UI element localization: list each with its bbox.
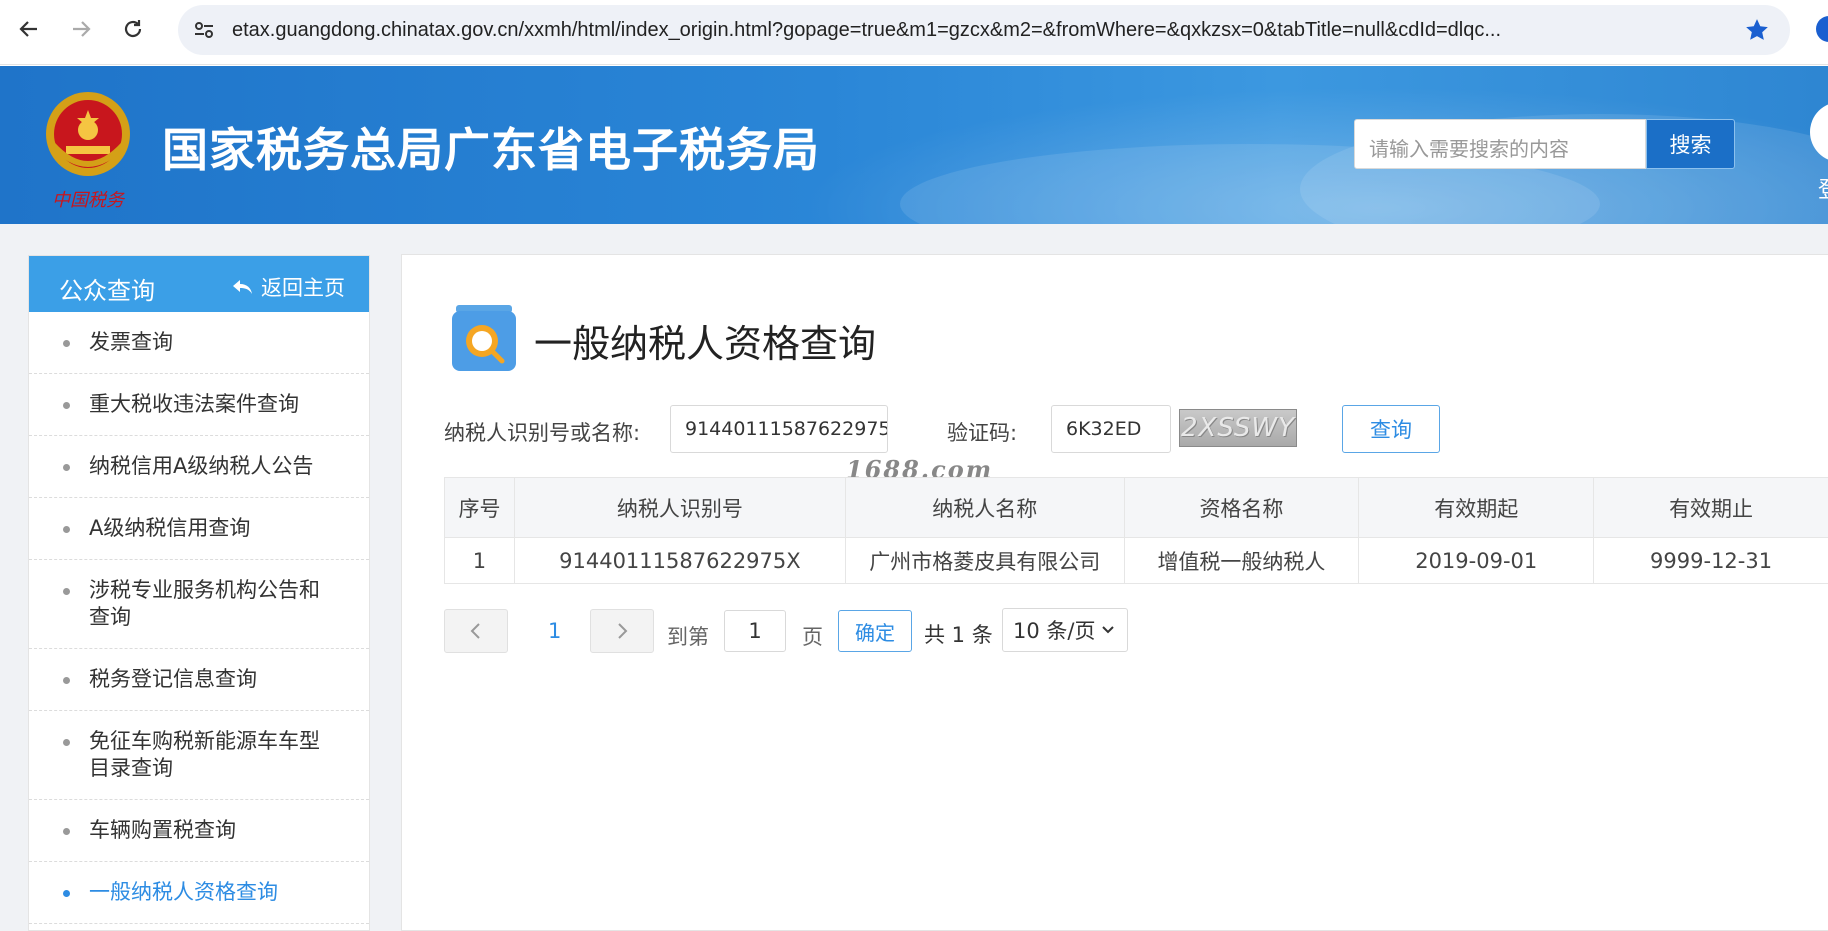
cell-taxpayer-name: 广州市格菱皮具有限公司	[844, 537, 1125, 584]
next-page-button[interactable]	[590, 609, 654, 653]
sidebar-item-label: 纳税信用A级纳税人公告	[89, 454, 314, 478]
sidebar-item-label: 税务登记信息查询	[89, 667, 257, 691]
search-input[interactable]: 请输入需要搜索的内容	[1354, 119, 1646, 169]
back-home-label: 返回主页	[261, 276, 345, 300]
search-button[interactable]: 搜索	[1646, 119, 1735, 169]
col-taxpayer-name-header: 纳税人名称	[844, 477, 1125, 538]
return-arrow-icon	[233, 280, 252, 294]
query-page-icon	[452, 305, 516, 371]
table-row: 1 91440111587622975X 广州市格菱皮具有限公司 增值税一般纳税…	[444, 537, 1828, 584]
col-qualification-header: 资格名称	[1123, 477, 1360, 538]
main-panel: 一般纳税人资格查询 纳税人识别号或名称: 91440111587622975X …	[401, 254, 1828, 931]
site-title: 国家税务总局广东省电子税务局	[162, 123, 820, 177]
page-title: 一般纳税人资格查询	[534, 322, 877, 366]
sidebar-item-label: 重大税收违法案件查询	[89, 392, 299, 416]
goto-label: 到第	[667, 625, 709, 649]
cell-valid-from: 2019-09-01	[1358, 537, 1595, 584]
taxpayer-id-input[interactable]: 91440111587622975X	[670, 405, 888, 453]
taxpayer-id-label: 纳税人识别号或名称:	[444, 421, 641, 445]
col-valid-to-header: 有效期止	[1593, 477, 1828, 538]
browser-toolbar: etax.guangdong.chinatax.gov.cn/xxmh/html…	[0, 0, 1828, 65]
sidebar-item-general-taxpayer[interactable]: 一般纳税人资格查询	[29, 862, 369, 924]
sidebar-item-major-cases[interactable]: 重大税收违法案件查询	[29, 374, 369, 436]
sidebar-item-a-level-notice[interactable]: 纳税信用A级纳税人公告	[29, 436, 369, 498]
current-page-number[interactable]: 1	[548, 619, 561, 643]
goto-confirm-button[interactable]: 确定	[838, 610, 912, 652]
tax-emblem-icon: 中国税务	[46, 92, 130, 211]
query-button[interactable]: 查询	[1342, 405, 1440, 453]
prev-page-button[interactable]	[444, 609, 508, 653]
sidebar-item-invoice-query[interactable]: 发票查询	[29, 312, 369, 374]
col-taxpayer-id-header: 纳税人识别号	[513, 477, 846, 538]
bookmark-star-icon[interactable]	[1744, 17, 1770, 47]
total-count: 共 1 条	[924, 623, 993, 647]
forward-arrow-icon[interactable]	[64, 12, 98, 46]
site-header: 中国税务 国家税务总局广东省电子税务局 请输入需要搜索的内容 搜索 登	[0, 66, 1828, 224]
sidebar-item-tax-service-agencies[interactable]: 涉税专业服务机构公告和查询	[29, 560, 369, 649]
col-valid-from-header: 有效期起	[1358, 477, 1595, 538]
back-arrow-icon[interactable]	[12, 12, 46, 46]
chevron-down-icon	[1102, 626, 1115, 634]
site-settings-icon[interactable]	[192, 18, 216, 46]
url-text: etax.guangdong.chinatax.gov.cn/xxmh/html…	[232, 19, 1502, 41]
cell-index: 1	[444, 537, 515, 584]
sidebar-item-label: 免征车购税新能源车车型目录查询	[89, 729, 320, 780]
sidebar-title: 公众查询	[59, 277, 155, 305]
sidebar-item-label: 发票查询	[89, 330, 173, 354]
cell-valid-to: 9999-12-31	[1593, 537, 1828, 584]
sidebar-item-label: 一般纳税人资格查询	[89, 880, 278, 904]
address-bar[interactable]: etax.guangdong.chinatax.gov.cn/xxmh/html…	[178, 5, 1790, 55]
chevron-right-icon	[618, 623, 628, 639]
profile-avatar-icon[interactable]	[1816, 16, 1828, 42]
login-label[interactable]: 登	[1818, 172, 1828, 204]
svg-text:中国税务: 中国税务	[52, 190, 126, 211]
sidebar-item-label: A级纳税信用查询	[89, 516, 251, 540]
result-table: 序号 纳税人识别号 纳税人名称 资格名称 有效期起 有效期止 1 9144011…	[444, 477, 1828, 584]
chevron-left-icon	[470, 623, 480, 639]
sidebar-item-registration-query[interactable]: 税务登记信息查询	[29, 649, 369, 711]
page-size-select[interactable]: 10 条/页	[1002, 608, 1128, 652]
sidebar: 公众查询 返回主页 发票查询 重大税收违法案件查询 纳税信用A级纳税人公告 A级…	[28, 255, 370, 931]
sidebar-item-label: 涉税专业服务机构公告和查询	[89, 578, 320, 629]
captcha-input[interactable]: 6K32ED	[1051, 405, 1171, 453]
back-home-link[interactable]: 返回主页	[231, 272, 345, 302]
captcha-image[interactable]: 2XSSWY	[1179, 409, 1297, 447]
goto-page-input[interactable]: 1	[724, 610, 786, 652]
table-header-row: 序号 纳税人识别号 纳税人名称 资格名称 有效期起 有效期止	[444, 477, 1828, 538]
sidebar-item-a-level-query[interactable]: A级纳税信用查询	[29, 498, 369, 560]
cell-taxpayer-id: 91440111587622975X	[513, 537, 846, 584]
page-suffix-label: 页	[802, 625, 823, 649]
sidebar-item-new-energy-vehicle[interactable]: 免征车购税新能源车车型目录查询	[29, 711, 369, 800]
captcha-label: 验证码:	[947, 421, 1018, 445]
sidebar-item-vehicle-purchase-tax[interactable]: 车辆购置税查询	[29, 800, 369, 862]
col-index-header: 序号	[444, 477, 515, 538]
reload-icon[interactable]	[116, 12, 150, 46]
cell-qualification: 增值税一般纳税人	[1123, 537, 1360, 584]
page-size-value: 10 条/页	[1013, 619, 1096, 643]
sidebar-item-label: 车辆购置税查询	[89, 818, 236, 842]
sidebar-header: 公众查询 返回主页	[29, 256, 369, 312]
